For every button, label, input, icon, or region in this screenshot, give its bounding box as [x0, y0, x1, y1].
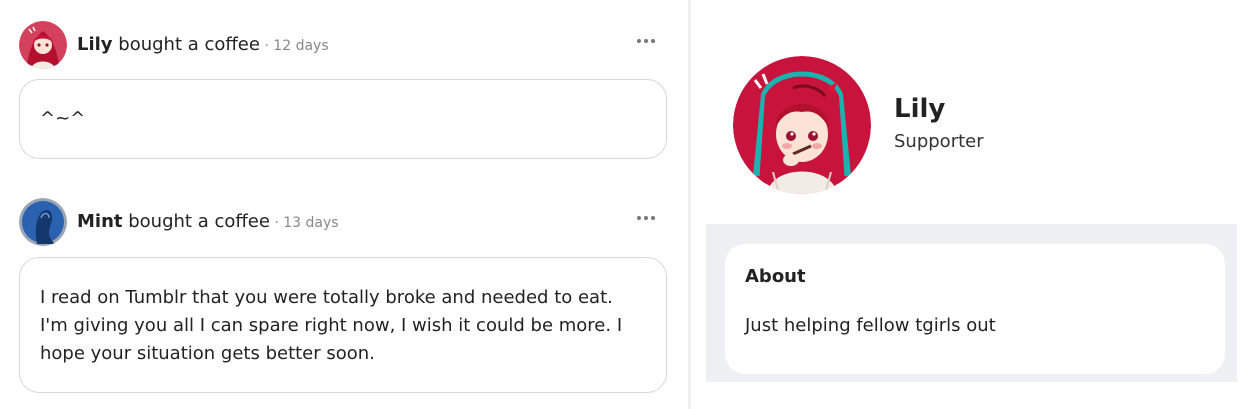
red-haired-girl-avatar-icon [733, 56, 871, 194]
post-header: Lily bought a coffee · 12 days [19, 21, 667, 71]
post-action: bought a coffee [122, 211, 270, 232]
post-message-text: ^~^ [40, 108, 86, 129]
avatar[interactable] [19, 198, 67, 246]
profile-sidebar: Lily Supporter About Just helping fellow… [691, 0, 1258, 409]
about-title: About [745, 266, 806, 287]
blue-silhouette-avatar-icon [19, 198, 67, 246]
post-action: bought a coffee [112, 34, 260, 55]
post-message-line: I read on Tumblr that you were totally b… [40, 287, 613, 308]
post-title: Lily bought a coffee · 12 days [77, 33, 329, 58]
supporter-name[interactable]: Lily [77, 34, 113, 55]
supporter-name[interactable]: Mint [77, 211, 123, 232]
post-message-line: I'm giving you all I can spare right now… [40, 315, 623, 336]
supporter-post: Mint bought a coffee · 13 days I read on… [19, 198, 667, 398]
profile-name: Lily [894, 94, 946, 124]
supporters-feed: Lily bought a coffee · 12 days ^~^ Mint … [0, 0, 688, 409]
avatar[interactable] [19, 21, 67, 69]
post-header: Mint bought a coffee · 13 days [19, 198, 667, 248]
about-section: About Just helping fellow tgirls out [706, 224, 1237, 382]
supporter-post: Lily bought a coffee · 12 days ^~^ [19, 21, 667, 161]
post-message-line: hope your situation gets better soon. [40, 343, 375, 364]
post-time: · 13 days [269, 215, 339, 231]
about-card: About Just helping fellow tgirls out [725, 244, 1225, 374]
post-message: I read on Tumblr that you were totally b… [19, 257, 667, 393]
post-title: Mint bought a coffee · 13 days [77, 210, 339, 235]
red-haired-girl-avatar-icon [19, 21, 67, 69]
more-options-icon[interactable] [633, 31, 659, 51]
post-message: ^~^ [19, 79, 667, 159]
about-text: Just helping fellow tgirls out [745, 315, 996, 336]
profile-avatar[interactable] [733, 56, 871, 194]
profile-role: Supporter [894, 131, 984, 152]
more-options-icon[interactable] [633, 208, 659, 228]
post-time: · 12 days [259, 38, 329, 54]
